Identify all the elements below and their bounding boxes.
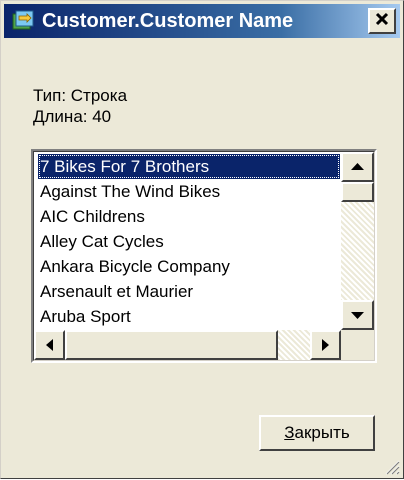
list-item[interactable]: Ankara Bicycle Company: [38, 254, 340, 279]
listbox-items: 7 Bikes For 7 Brothers Against The Wind …: [38, 154, 340, 328]
title-bar[interactable]: Customer.Customer Name: [4, 4, 400, 38]
table-field-icon: [10, 8, 36, 34]
field-length-label: Длина: 40: [33, 107, 112, 126]
list-item[interactable]: Aruba Sport: [38, 304, 340, 328]
close-button-accelerator: З: [284, 423, 295, 442]
dialog-window: Customer.Customer Name Тип: Строка Длина…: [0, 0, 404, 479]
list-item[interactable]: AIC Childrens: [38, 204, 340, 229]
scroll-right-button[interactable]: [310, 330, 341, 360]
window-title: Customer.Customer Name: [42, 9, 294, 32]
scrollbar-corner: [341, 330, 374, 360]
close-button[interactable]: Закрыть: [259, 415, 375, 451]
scroll-up-button[interactable]: [341, 152, 374, 182]
values-listbox[interactable]: 7 Bikes For 7 Brothers Against The Wind …: [31, 149, 377, 363]
list-item[interactable]: 7 Bikes For 7 Brothers: [38, 154, 340, 179]
list-item[interactable]: Alley Cat Cycles: [38, 229, 340, 254]
list-item[interactable]: Against The Wind Bikes: [38, 179, 340, 204]
horizontal-scrollbar[interactable]: [34, 330, 341, 360]
scroll-left-button[interactable]: [34, 330, 65, 360]
close-icon: [374, 10, 390, 33]
horizontal-scroll-thumb[interactable]: [65, 330, 278, 360]
scroll-down-button[interactable]: [341, 300, 374, 330]
field-info: Тип: Строка Длина: 40: [33, 85, 127, 127]
list-item[interactable]: Arsenault et Maurier: [38, 279, 340, 304]
vertical-scrollbar[interactable]: [341, 152, 374, 330]
close-button-label: акрыть: [294, 423, 350, 442]
field-type-label: Тип: Строка: [33, 86, 128, 105]
resize-grip-icon[interactable]: [382, 457, 400, 475]
close-window-button[interactable]: [368, 8, 396, 34]
vertical-scroll-thumb[interactable]: [341, 182, 374, 202]
